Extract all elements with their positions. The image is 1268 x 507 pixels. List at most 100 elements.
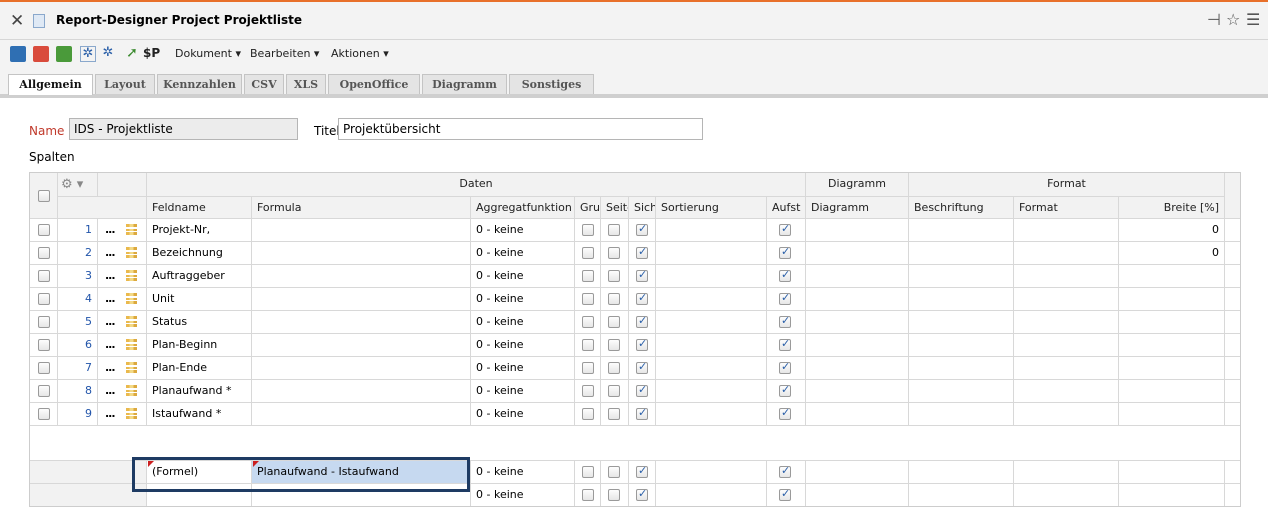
tab-openoffice[interactable]: OpenOffice — [328, 74, 420, 94]
more-icon[interactable]: ... — [105, 361, 116, 374]
cell-aggregat[interactable]: 0 - keine — [471, 357, 575, 380]
menu-dokument[interactable]: Dokument ▾ — [175, 47, 241, 60]
sicht-checkbox[interactable] — [636, 222, 648, 236]
more-icon[interactable]: ... — [105, 384, 116, 397]
seite-checkbox[interactable] — [608, 316, 620, 328]
more-icon[interactable]: ... — [105, 407, 116, 420]
aufst-checkbox[interactable] — [779, 222, 791, 236]
seite-checkbox[interactable] — [608, 489, 620, 501]
select-all-icon[interactable]: ✲ — [80, 46, 96, 62]
grid-icon[interactable] — [126, 408, 137, 419]
cell-format[interactable] — [1014, 288, 1119, 311]
cell-sortierung[interactable] — [656, 334, 767, 357]
aufst-checkbox[interactable] — [779, 406, 791, 420]
cell-aggregat[interactable]: 0 - keine — [471, 288, 575, 311]
sicht-checkbox[interactable] — [636, 337, 648, 351]
cell-beschriftung[interactable] — [909, 334, 1014, 357]
seite-checkbox[interactable] — [608, 224, 620, 236]
cell-feldname[interactable]: Projekt-Nr, — [147, 219, 252, 242]
cell-formula[interactable] — [252, 311, 471, 334]
seite-checkbox[interactable] — [608, 466, 620, 478]
cell-beschriftung[interactable] — [909, 484, 1014, 506]
column-header-4[interactable]: Grup — [575, 197, 601, 219]
seite-checkbox[interactable] — [608, 408, 620, 420]
name-input[interactable]: IDS - Projektliste — [69, 118, 298, 140]
column-header-9[interactable]: Diagramm — [806, 197, 909, 219]
cell-breite[interactable] — [1119, 265, 1225, 288]
sicht-checkbox[interactable] — [636, 291, 648, 305]
cell-feldname[interactable]: Bezeichnung — [147, 242, 252, 265]
row-checkbox[interactable] — [38, 408, 50, 420]
column-header-3[interactable]: Aggregatfunktion — [471, 197, 575, 219]
cell-diagramm[interactable] — [806, 357, 909, 380]
cell-format[interactable] — [1014, 380, 1119, 403]
cell-aggregat[interactable]: 0 - keine — [471, 311, 575, 334]
tab-csv[interactable]: CSV — [244, 74, 284, 94]
grup-checkbox[interactable] — [582, 489, 594, 501]
cell-formula[interactable] — [252, 265, 471, 288]
column-header-10[interactable]: Beschriftung — [909, 197, 1014, 219]
menu-bearbeiten[interactable]: Bearbeiten ▾ — [250, 47, 319, 60]
grid-icon[interactable] — [126, 270, 137, 281]
cell-breite[interactable]: 0 — [1119, 219, 1225, 242]
aufst-checkbox[interactable] — [779, 360, 791, 374]
row-checkbox[interactable] — [38, 293, 50, 305]
cell-breite[interactable] — [1119, 484, 1225, 506]
grup-checkbox[interactable] — [582, 270, 594, 282]
cell-feldname[interactable]: Status — [147, 311, 252, 334]
tab-allgemein[interactable]: Allgemein — [8, 74, 93, 95]
menu-icon[interactable]: ☰ — [1246, 10, 1260, 29]
grup-checkbox[interactable] — [582, 362, 594, 374]
cell-sortierung[interactable] — [656, 357, 767, 380]
title-input[interactable]: Projektübersicht — [338, 118, 703, 140]
cell-aggregat[interactable]: 0 - keine — [471, 219, 575, 242]
column-header-6[interactable]: Sicht — [629, 197, 656, 219]
cell-breite[interactable] — [1119, 334, 1225, 357]
seite-checkbox[interactable] — [608, 270, 620, 282]
cell-diagramm[interactable] — [806, 288, 909, 311]
sicht-checkbox[interactable] — [636, 360, 648, 374]
aufst-checkbox[interactable] — [779, 245, 791, 259]
seite-checkbox[interactable] — [608, 293, 620, 305]
cell-aggregat[interactable]: 0 - keine — [471, 242, 575, 265]
more-icon[interactable]: ... — [105, 223, 116, 236]
cell-feldname[interactable]: Istaufwand * — [147, 403, 252, 426]
cell-format[interactable] — [1014, 484, 1119, 506]
cell-aggregat[interactable]: 0 - keine — [471, 461, 575, 484]
sicht-checkbox[interactable] — [636, 406, 648, 420]
cell-beschriftung[interactable] — [909, 357, 1014, 380]
grid-icon[interactable] — [126, 224, 137, 235]
grup-checkbox[interactable] — [582, 408, 594, 420]
cell-format[interactable] — [1014, 242, 1119, 265]
cell-formula[interactable] — [252, 403, 471, 426]
column-header-11[interactable]: Format — [1014, 197, 1119, 219]
cell-feldname[interactable]: Auftraggeber — [147, 265, 252, 288]
cell-diagramm[interactable] — [806, 380, 909, 403]
cell-breite[interactable] — [1119, 461, 1225, 484]
tab-kennzahlen[interactable]: Kennzahlen — [157, 74, 242, 94]
star-icon[interactable]: ☆ — [1226, 10, 1240, 29]
cell-aggregat[interactable]: 0 - keine — [471, 334, 575, 357]
row-checkbox[interactable] — [38, 224, 50, 236]
cell-sortierung[interactable] — [656, 311, 767, 334]
menu-aktionen[interactable]: Aktionen ▾ — [331, 47, 389, 60]
seite-checkbox[interactable] — [608, 385, 620, 397]
cell-sortierung[interactable] — [656, 242, 767, 265]
aufst-checkbox[interactable] — [779, 268, 791, 282]
row-checkbox[interactable] — [38, 270, 50, 282]
aufst-checkbox[interactable] — [779, 383, 791, 397]
grid-icon[interactable] — [126, 316, 137, 327]
cell-beschriftung[interactable] — [909, 403, 1014, 426]
sicht-checkbox[interactable] — [636, 487, 648, 501]
grup-checkbox[interactable] — [582, 466, 594, 478]
cell-diagramm[interactable] — [806, 334, 909, 357]
aufst-checkbox[interactable] — [779, 314, 791, 328]
cell-feldname[interactable]: Unit — [147, 288, 252, 311]
cell-breite[interactable] — [1119, 380, 1225, 403]
sicht-checkbox[interactable] — [636, 314, 648, 328]
more-icon[interactable]: ... — [105, 292, 116, 305]
save-icon[interactable] — [10, 46, 26, 62]
cell-feldname[interactable]: Plan-Beginn — [147, 334, 252, 357]
seite-checkbox[interactable] — [608, 247, 620, 259]
cell-diagramm[interactable] — [806, 403, 909, 426]
